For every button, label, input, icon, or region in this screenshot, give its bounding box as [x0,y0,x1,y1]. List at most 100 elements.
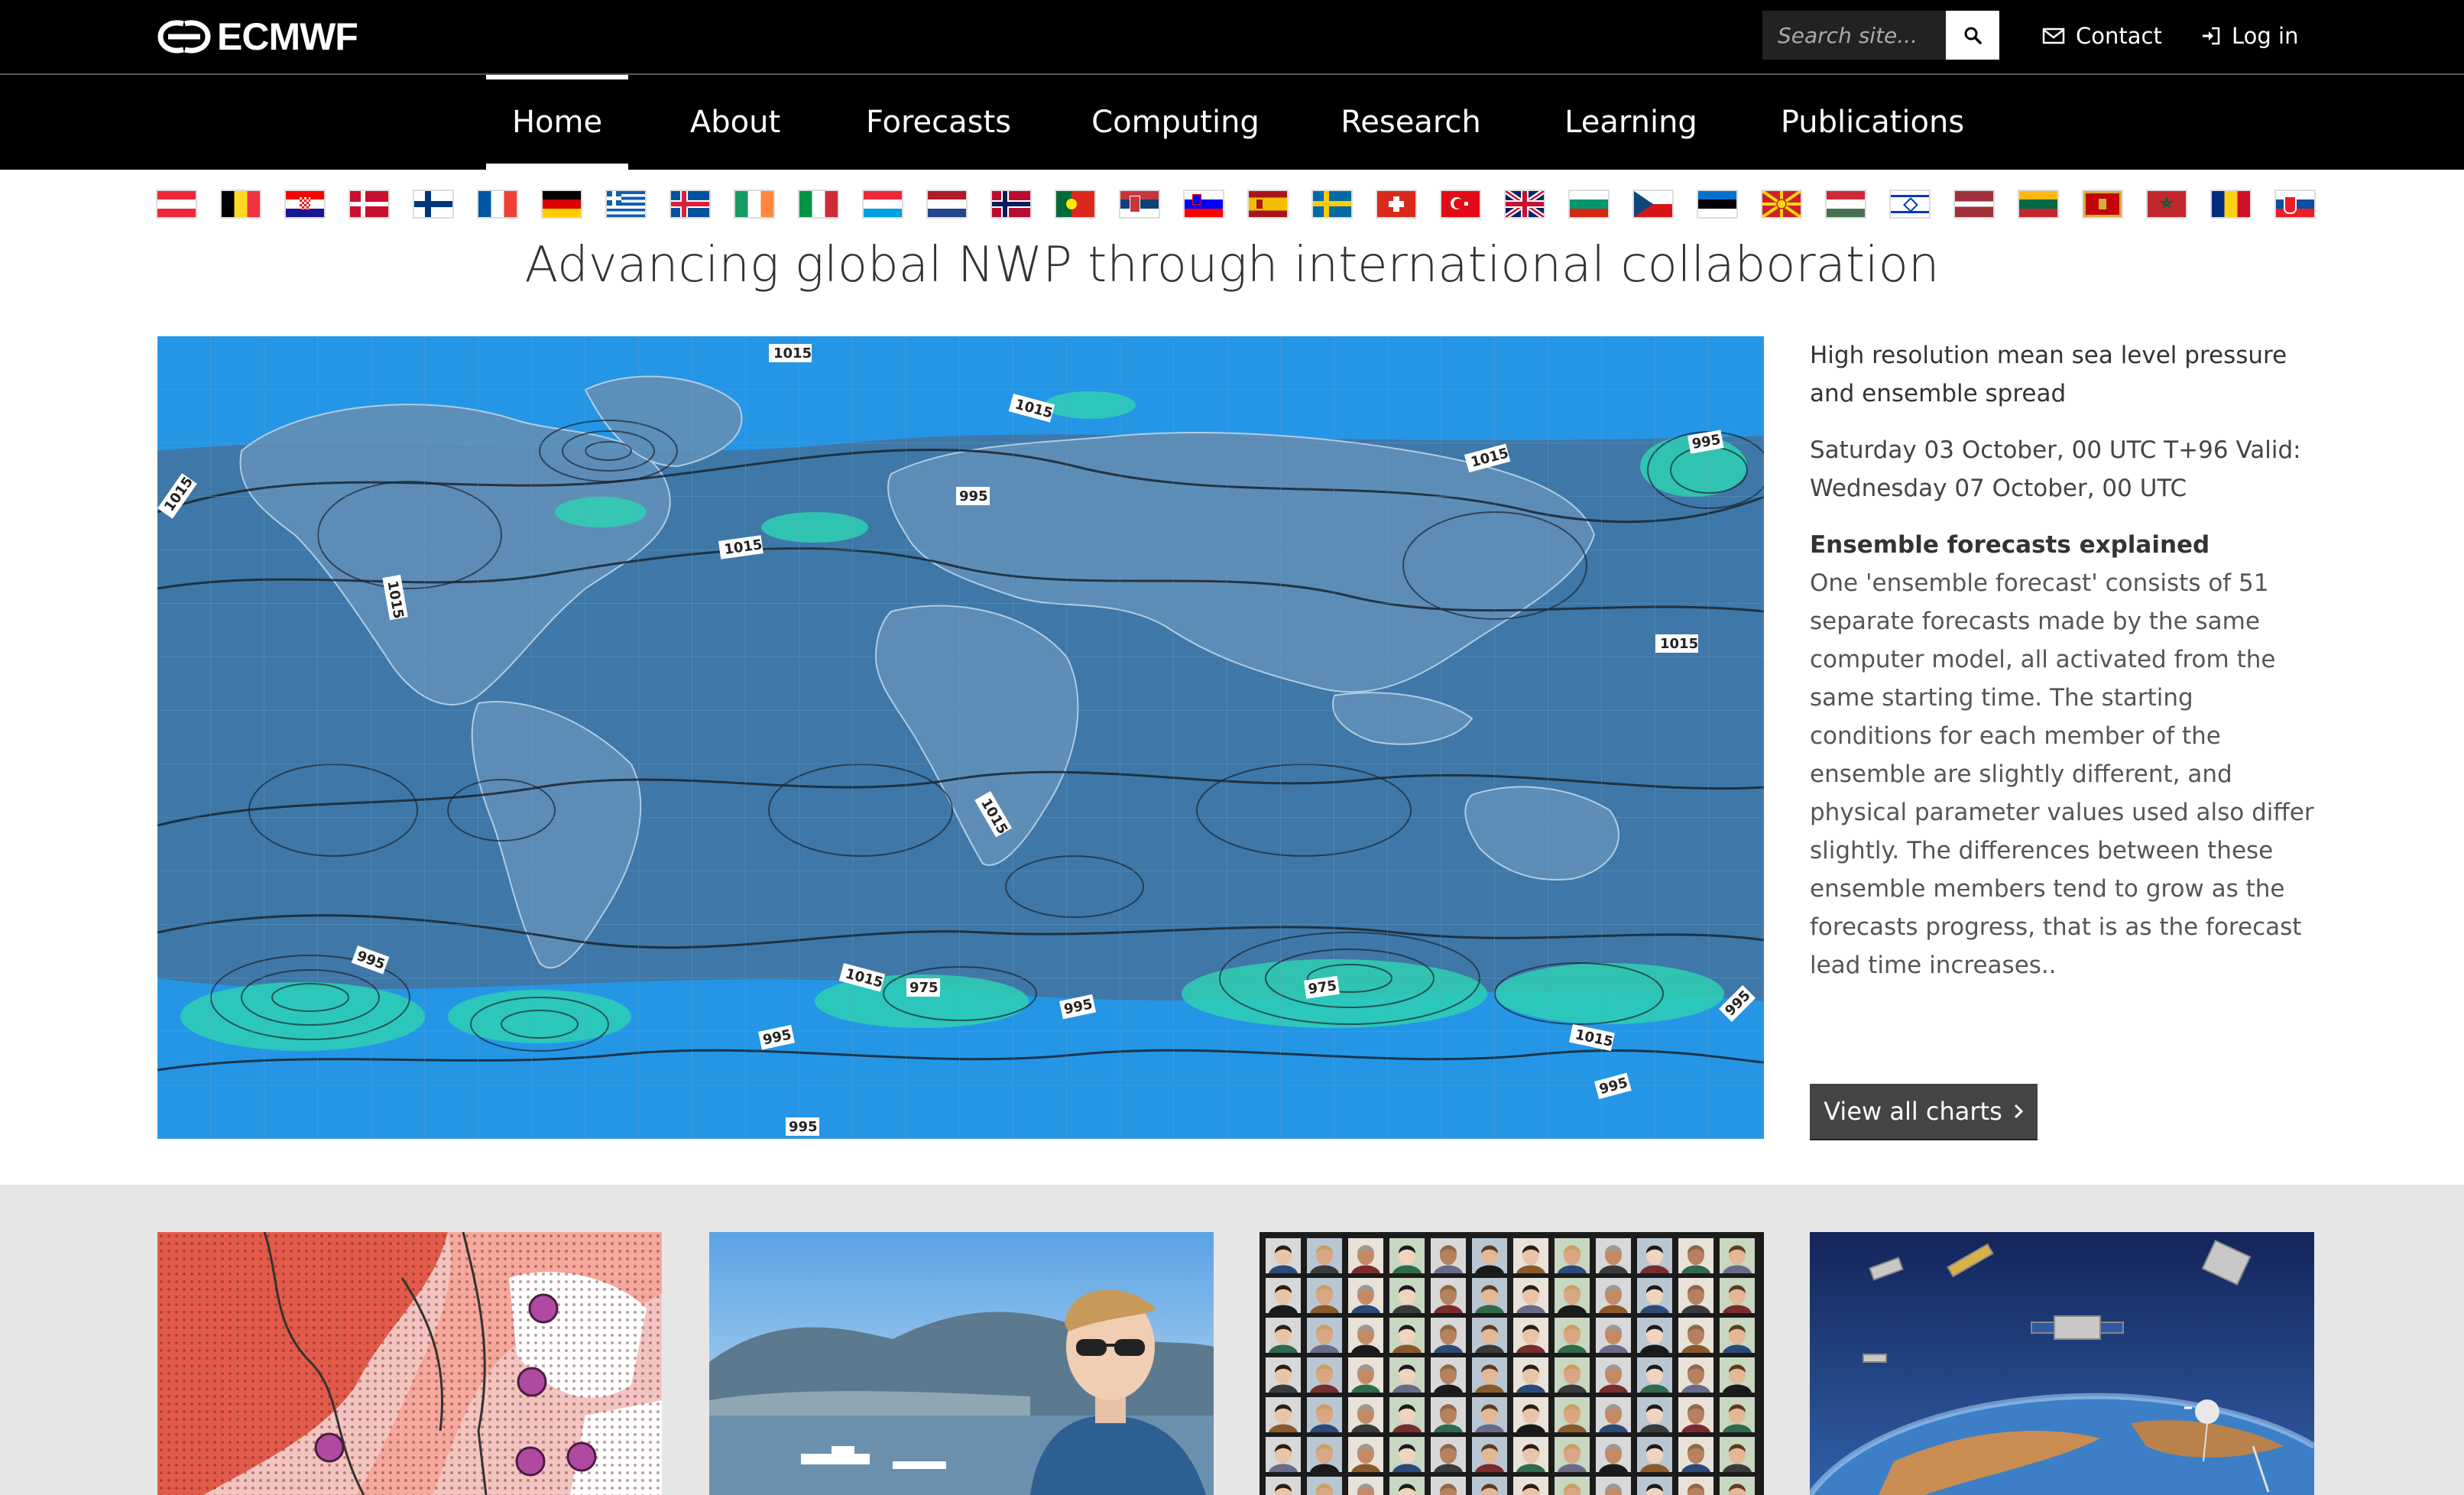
flag-spain[interactable] [1249,191,1287,217]
flag-france[interactable] [478,191,517,217]
staff-portrait [1513,1437,1548,1472]
staff-portrait [1637,1238,1672,1273]
card-heat-risk-map[interactable] [157,1232,662,1495]
flag-slovenia[interactable] [1185,191,1223,217]
staff-portrait [1637,1397,1672,1432]
flag-estonia[interactable] [1698,191,1736,217]
staff-portrait [1266,1357,1301,1393]
staff-portrait [1596,1437,1631,1472]
staff-portrait [1637,1437,1672,1472]
staff-portrait [1678,1278,1713,1313]
flag-norway[interactable] [992,191,1030,217]
flag-croatia[interactable] [286,191,324,217]
card-satellite-observing-system[interactable] [1810,1232,2314,1495]
flag-latvia[interactable] [1955,191,1993,217]
staff-portrait [1389,1397,1425,1432]
staff-portrait [1348,1278,1383,1313]
logo-text: ECMWF [217,15,358,58]
staff-portrait [1431,1238,1466,1273]
flag-czech-republic[interactable] [1634,191,1672,217]
flag-serbia[interactable] [1120,191,1159,217]
staff-portrait [1348,1318,1383,1353]
contact-label: Contact [2076,23,2162,49]
ecmwf-logo-icon [157,20,211,54]
search-input[interactable] [1762,11,1946,60]
flag-north-macedonia[interactable] [1762,191,1801,217]
staff-portrait [1431,1477,1466,1495]
flag-denmark[interactable] [350,191,388,217]
staff-portrait [1720,1357,1755,1393]
isobar-label: 995 [959,488,988,504]
nav-label: Learning [1564,105,1697,140]
flag-austria[interactable] [157,191,196,217]
card-researcher-portrait[interactable] [709,1232,1214,1495]
flag-germany[interactable] [543,191,581,217]
staff-portrait [1678,1357,1713,1393]
login-link[interactable]: Log in [2201,18,2298,54]
map-caption: High resolution mean sea level pressure … [1810,336,2322,984]
flag-finland[interactable] [414,191,452,217]
flag-bulgaria[interactable] [1570,191,1608,217]
nav-about[interactable]: About [673,75,798,170]
staff-portrait [1472,1357,1507,1393]
flag-portugal[interactable] [1056,191,1094,217]
staff-portrait [1348,1437,1383,1472]
sign-in-icon [2203,27,2220,45]
staff-portrait [1431,1357,1466,1393]
staff-portrait [1307,1318,1342,1353]
staff-portrait [1513,1318,1548,1353]
view-all-charts-button[interactable]: View all charts [1810,1084,2038,1139]
flag-sweden[interactable] [1313,191,1351,217]
flag-belgium[interactable] [222,191,260,217]
flag-slovakia[interactable] [2276,191,2314,217]
isobar-label: 975 [909,980,939,996]
staff-portrait [1720,1397,1755,1432]
staff-portrait [1720,1477,1755,1495]
nav-research[interactable]: Research [1321,75,1501,170]
flag-montenegro[interactable] [2083,191,2122,217]
flag-lithuania[interactable] [2019,191,2057,217]
ecmwf-logo[interactable]: ECMWF [157,15,358,58]
card-staff-photo-grid[interactable] [1260,1232,1764,1495]
staff-portrait [1307,1238,1342,1273]
staff-portrait [1389,1318,1425,1353]
forecast-map[interactable]: 1015 1015 1015 1015 1015 995 1015 995 10… [157,336,1764,1139]
staff-portrait [1431,1397,1466,1432]
nav-learning[interactable]: Learning [1556,75,1706,170]
flag-israel[interactable] [1891,191,1929,217]
staff-portrait [1431,1318,1466,1353]
explainer-title: Ensemble forecasts explained [1810,531,2210,559]
search-button[interactable] [1946,11,1999,60]
staff-portrait [1555,1477,1590,1495]
flag-italy[interactable] [799,191,838,217]
contact-link[interactable]: Contact [2042,18,2162,54]
staff-portrait [1513,1238,1548,1273]
flag-romania[interactable] [2212,191,2250,217]
staff-portrait [1389,1357,1425,1393]
flag-netherlands[interactable] [928,191,966,217]
nav-home[interactable]: Home [486,75,628,170]
staff-portrait [1555,1357,1590,1393]
flag-iceland[interactable] [671,191,709,217]
flag-morocco[interactable] [2148,191,2186,217]
flag-switzerland[interactable] [1377,191,1415,217]
flag-united-kingdom[interactable] [1506,191,1544,217]
staff-portrait [1389,1477,1425,1495]
staff-portrait [1307,1397,1342,1432]
flag-ireland[interactable] [735,191,773,217]
page-headline: Advancing global NWP through internation… [524,237,1940,293]
staff-portrait [1348,1238,1383,1273]
staff-portrait [1596,1238,1631,1273]
flag-luxembourg[interactable] [864,191,902,217]
staff-portrait [1596,1318,1631,1353]
staff-portrait [1555,1437,1590,1472]
staff-portrait [1307,1437,1342,1472]
nav-computing[interactable]: Computing [1076,75,1275,170]
flag-hungary[interactable] [1827,191,1865,217]
nav-publications[interactable]: Publications [1770,75,1975,170]
flag-turkey[interactable] [1441,191,1480,217]
flag-greece[interactable] [607,191,645,217]
nav-forecasts[interactable]: Forecasts [850,75,1027,170]
staff-portrait [1596,1477,1631,1495]
staff-portrait [1266,1477,1301,1495]
